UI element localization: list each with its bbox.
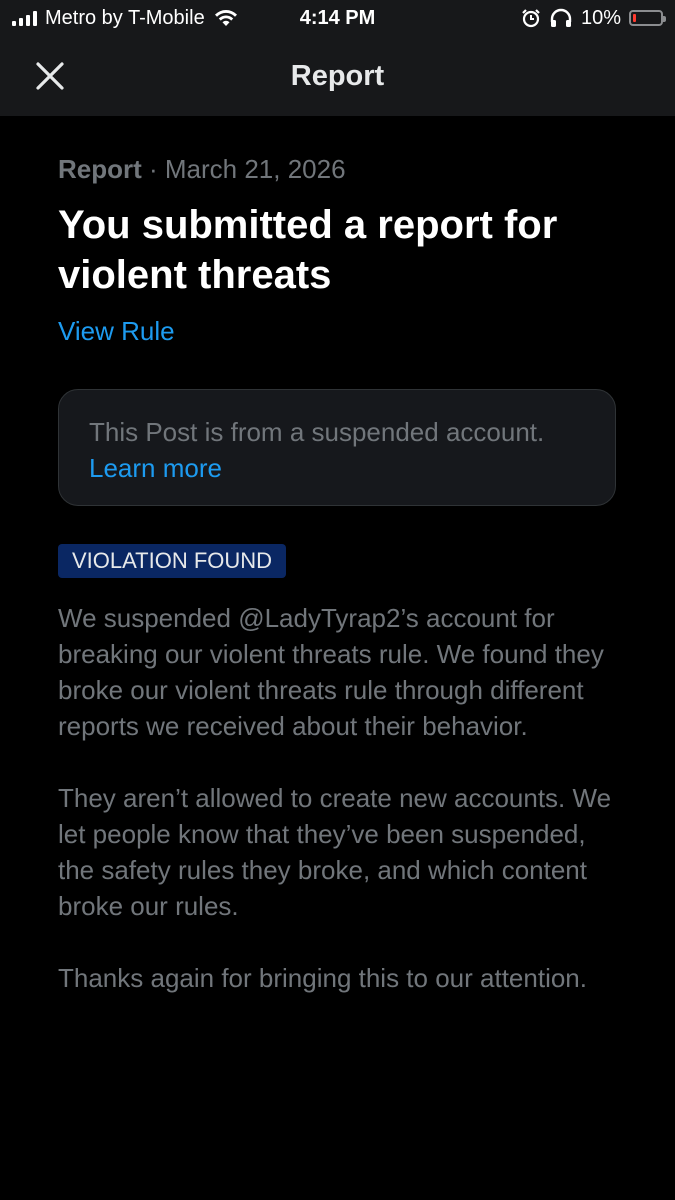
body-paragraph: Thanks again for bringing this to our at…	[58, 963, 587, 993]
carrier-label: Metro by T-Mobile	[45, 6, 205, 29]
status-right: 10%	[521, 0, 666, 36]
status-left: Metro by T-Mobile	[12, 0, 239, 36]
battery-level	[633, 14, 636, 22]
report-headline: You submitted a report for violent threa…	[58, 203, 558, 297]
notice-text: This Post is from a suspended account.	[89, 417, 545, 447]
body-paragraph: They aren’t allowed to create new accoun…	[58, 783, 612, 921]
body-paragraph: We suspended @LadyTyrap2’s account for b…	[58, 603, 604, 741]
battery-icon	[629, 10, 666, 26]
report-meta: Report · March 21, 2026	[58, 150, 618, 188]
view-rule-link[interactable]: View Rule	[58, 316, 175, 347]
battery-percent: 10%	[580, 6, 621, 29]
meta-separator: ·	[141, 154, 165, 184]
status-bar: Metro by T-Mobile 4:14 PM 10%	[0, 0, 675, 36]
wifi-icon	[214, 10, 237, 26]
status-badge: VIOLATION FOUND	[58, 544, 287, 578]
report-label: Report	[58, 154, 142, 184]
report-header: Report · March 21, 2026 You submitted a …	[58, 150, 618, 347]
page-title: Report	[290, 60, 385, 92]
report-body: We suspended @LadyTyrap2’s account for b…	[58, 600, 618, 1032]
learn-more-link[interactable]: Learn more	[89, 450, 222, 486]
signal-icon	[12, 10, 37, 26]
alarm-icon	[522, 9, 540, 28]
nav-bar: Report	[0, 36, 675, 116]
suspended-notice: This Post is from a suspended account. L…	[58, 389, 616, 506]
headphones-icon	[550, 8, 572, 27]
report-date: March 21, 2026	[164, 154, 346, 184]
